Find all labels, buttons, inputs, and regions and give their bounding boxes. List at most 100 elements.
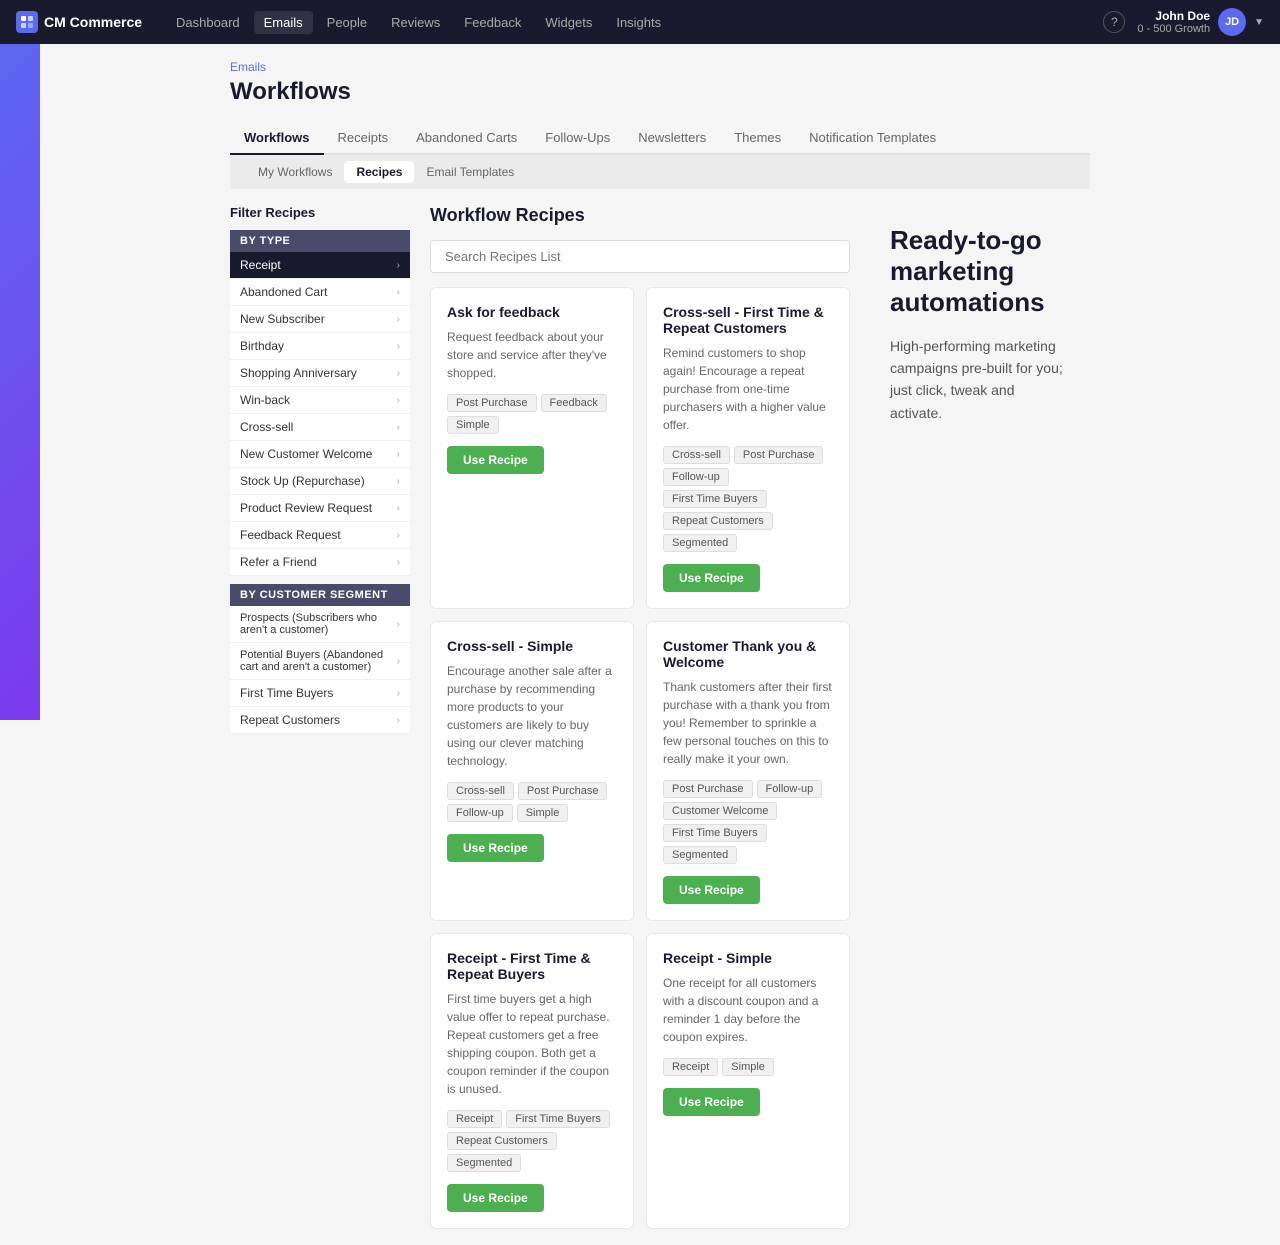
filter-arrow-icon: › — [397, 656, 400, 667]
recipe-tags-5: Receipt Simple — [663, 1058, 833, 1076]
tab-receipts[interactable]: Receipts — [324, 122, 403, 155]
top-navigation: CM Commerce Dashboard Emails People Revi… — [0, 0, 1280, 44]
nav-feedback[interactable]: Feedback — [454, 11, 531, 34]
use-recipe-button-1[interactable]: Use Recipe — [663, 564, 760, 592]
nav-insights[interactable]: Insights — [606, 11, 671, 34]
nav-widgets[interactable]: Widgets — [535, 11, 602, 34]
recipe-tags-0: Post Purchase Feedback Simple — [447, 394, 617, 434]
sidebar: Filter Recipes BY TYPE Receipt › Abandon… — [230, 205, 410, 1229]
subtab-my-workflows[interactable]: My Workflows — [246, 161, 344, 183]
recipe-card-1: Cross-sell - First Time & Repeat Custome… — [646, 287, 850, 609]
recipe-tags-3: Post Purchase Follow-up Customer Welcome… — [663, 780, 833, 864]
recipe-card-5: Receipt - Simple One receipt for all cus… — [646, 933, 850, 1229]
filter-repeat-customers[interactable]: Repeat Customers › — [230, 707, 410, 734]
tag: Cross-sell — [663, 446, 730, 464]
tab-workflows[interactable]: Workflows — [230, 122, 324, 155]
breadcrumb[interactable]: Emails — [230, 60, 1090, 74]
tab-newsletters[interactable]: Newsletters — [624, 122, 720, 155]
filter-stock-up[interactable]: Stock Up (Repurchase) › — [230, 468, 410, 495]
user-menu[interactable]: John Doe 0 - 500 Growth JD ▼ — [1137, 8, 1264, 36]
help-button[interactable]: ? — [1103, 11, 1125, 33]
avatar: JD — [1218, 8, 1246, 36]
filter-arrow-icon: › — [397, 341, 400, 352]
recipe-title-0: Ask for feedback — [447, 304, 617, 320]
recipe-tags-2: Cross-sell Post Purchase Follow-up Simpl… — [447, 782, 617, 822]
tab-notification-templates[interactable]: Notification Templates — [795, 122, 950, 155]
recipe-card-4: Receipt - First Time & Repeat Buyers Fir… — [430, 933, 634, 1229]
tag: Repeat Customers — [663, 512, 773, 530]
filter-product-review[interactable]: Product Review Request › — [230, 495, 410, 522]
filter-header-segment: BY CUSTOMER SEGMENT — [230, 584, 410, 606]
logo-icon — [16, 11, 38, 33]
promo-title: Ready-to-go marketing automations — [890, 225, 1070, 319]
filter-first-time-buyers[interactable]: First Time Buyers › — [230, 680, 410, 707]
recipe-desc-2: Encourage another sale after a purchase … — [447, 662, 617, 770]
tab-follow-ups[interactable]: Follow-Ups — [531, 122, 624, 155]
filter-cross-sell[interactable]: Cross-sell › — [230, 414, 410, 441]
subtab-recipes[interactable]: Recipes — [344, 161, 414, 183]
tag: Segmented — [447, 1154, 521, 1172]
filter-potential-buyers[interactable]: Potential Buyers (Abandoned cart and are… — [230, 643, 410, 680]
filter-feedback-request[interactable]: Feedback Request › — [230, 522, 410, 549]
use-recipe-button-3[interactable]: Use Recipe — [663, 876, 760, 904]
filter-section-type: BY TYPE Receipt › Abandoned Cart › New S… — [230, 230, 410, 576]
nav-people[interactable]: People — [317, 11, 377, 34]
recipe-card-2: Cross-sell - Simple Encourage another sa… — [430, 621, 634, 921]
tag: Repeat Customers — [447, 1132, 557, 1150]
recipe-desc-3: Thank customers after their first purcha… — [663, 678, 833, 768]
recipe-card-3: Customer Thank you & Welcome Thank custo… — [646, 621, 850, 921]
recipe-title-5: Receipt - Simple — [663, 950, 833, 966]
filter-new-customer-welcome[interactable]: New Customer Welcome › — [230, 441, 410, 468]
filter-arrow-icon: › — [397, 449, 400, 460]
filter-prospects[interactable]: Prospects (Subscribers who aren't a cust… — [230, 606, 410, 643]
app-logo[interactable]: CM Commerce — [16, 11, 142, 33]
recipe-grid: Ask for feedback Request feedback about … — [430, 287, 850, 1229]
recipe-tags-4: Receipt First Time Buyers Repeat Custome… — [447, 1110, 617, 1172]
filter-arrow-icon: › — [397, 314, 400, 325]
recipe-desc-4: First time buyers get a high value offer… — [447, 990, 617, 1098]
tag: First Time Buyers — [506, 1110, 610, 1128]
use-recipe-button-0[interactable]: Use Recipe — [447, 446, 544, 474]
tag: Customer Welcome — [663, 802, 777, 820]
use-recipe-button-5[interactable]: Use Recipe — [663, 1088, 760, 1116]
filter-title: Filter Recipes — [230, 205, 410, 220]
search-input[interactable] — [430, 240, 850, 273]
filter-arrow-icon: › — [397, 368, 400, 379]
filter-win-back[interactable]: Win-back › — [230, 387, 410, 414]
filter-shopping-anniversary[interactable]: Shopping Anniversary › — [230, 360, 410, 387]
tab-themes[interactable]: Themes — [720, 122, 795, 155]
tag: Segmented — [663, 534, 737, 552]
filter-new-subscriber[interactable]: New Subscriber › — [230, 306, 410, 333]
nav-reviews[interactable]: Reviews — [381, 11, 450, 34]
recipe-title-3: Customer Thank you & Welcome — [663, 638, 833, 670]
subtabs: My Workflows Recipes Email Templates — [230, 155, 1090, 189]
filter-birthday[interactable]: Birthday › — [230, 333, 410, 360]
filter-refer-friend[interactable]: Refer a Friend › — [230, 549, 410, 576]
main-content: Workflow Recipes Ask for feedback Reques… — [430, 205, 850, 1229]
filter-arrow-icon: › — [397, 260, 400, 271]
recipe-title-4: Receipt - First Time & Repeat Buyers — [447, 950, 617, 982]
subtab-email-templates[interactable]: Email Templates — [414, 161, 526, 183]
right-promo: Ready-to-go marketing automations High-p… — [870, 205, 1090, 1229]
tag: Cross-sell — [447, 782, 514, 800]
user-text: John Doe 0 - 500 Growth — [1137, 9, 1210, 35]
promo-description: High-performing marketing campaigns pre-… — [890, 335, 1070, 425]
nav-emails[interactable]: Emails — [254, 11, 313, 34]
filter-receipt[interactable]: Receipt › — [230, 252, 410, 279]
page-title: Workflows — [230, 78, 1090, 106]
nav-dashboard[interactable]: Dashboard — [166, 11, 250, 34]
tab-abandoned-carts[interactable]: Abandoned Carts — [402, 122, 531, 155]
tag: Follow-up — [663, 468, 729, 486]
use-recipe-button-2[interactable]: Use Recipe — [447, 834, 544, 862]
recipe-title-1: Cross-sell - First Time & Repeat Custome… — [663, 304, 833, 336]
tag: Segmented — [663, 846, 737, 864]
recipe-card-0: Ask for feedback Request feedback about … — [430, 287, 634, 609]
filter-section-segment: BY CUSTOMER SEGMENT Prospects (Subscribe… — [230, 584, 410, 734]
tag: First Time Buyers — [663, 824, 767, 842]
filter-header-type: BY TYPE — [230, 230, 410, 252]
use-recipe-button-4[interactable]: Use Recipe — [447, 1184, 544, 1212]
filter-arrow-icon: › — [397, 619, 400, 630]
filter-abandoned-cart[interactable]: Abandoned Cart › — [230, 279, 410, 306]
tag: Receipt — [663, 1058, 718, 1076]
tag: Post Purchase — [663, 780, 753, 798]
